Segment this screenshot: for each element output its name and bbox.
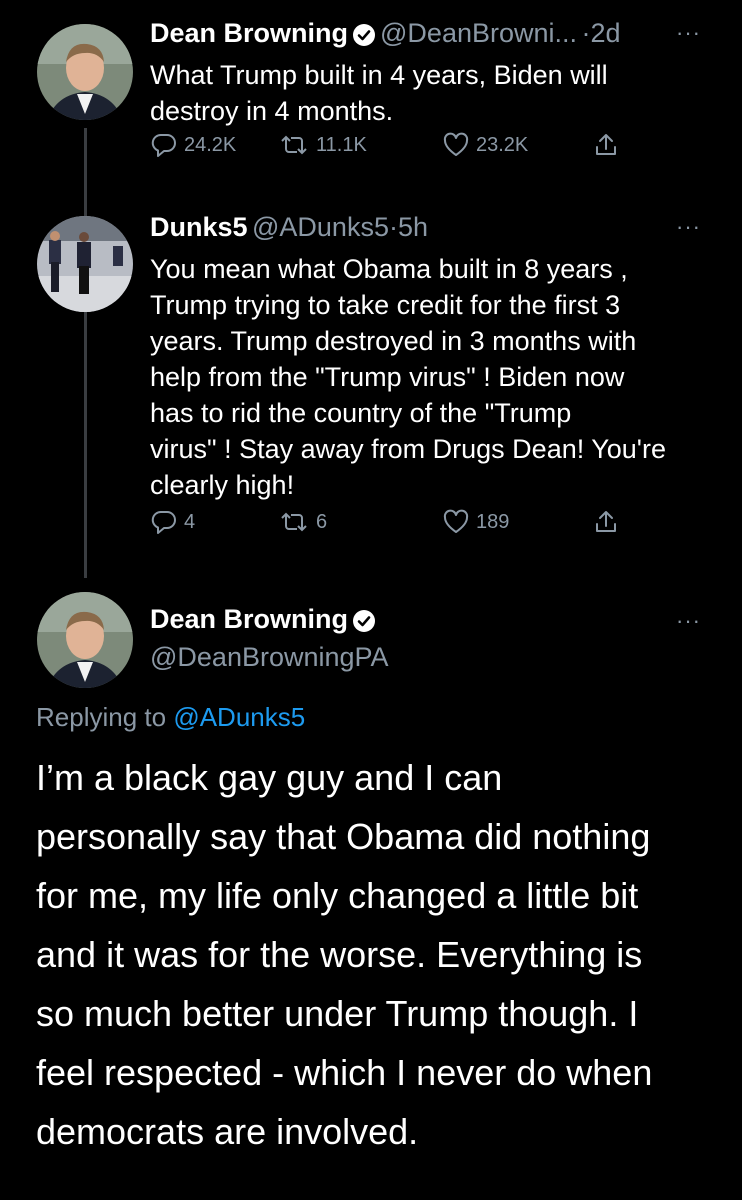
tweet3-text: I’m a black gay guy and I can personally…: [36, 748, 716, 1161]
author-handle[interactable]: @ADunks5: [252, 212, 389, 242]
retweet-count: 6: [316, 510, 328, 533]
like-button[interactable]: 189: [442, 508, 509, 536]
reply-count: 24.2K: [184, 133, 237, 156]
tweet-text-line: personally say that Obama did nothing: [36, 816, 651, 857]
verified-badge-icon: [352, 609, 376, 638]
like-button[interactable]: 23.2K: [442, 131, 528, 159]
tweet-text-line: years. Trump destroyed in 3 months with: [150, 326, 637, 356]
tweet-text-line: for me, my life only changed a little bi…: [36, 875, 639, 916]
tweet-text-line: help from the "Trump virus" ! Biden now: [150, 362, 625, 392]
author-name[interactable]: Dean Browning: [150, 18, 348, 48]
share-icon: [592, 508, 620, 536]
author-handle[interactable]: @DeanBrowningPA: [150, 642, 389, 673]
tweet-text-line: I’m a black gay guy and I can: [36, 757, 503, 798]
reply-icon: [150, 508, 178, 536]
like-count: 189: [476, 510, 510, 533]
tweet-text-line: What Trump built in 4 years, Biden will: [150, 60, 608, 90]
tweet1-text: What Trump built in 4 years, Biden will …: [150, 57, 608, 129]
share-button[interactable]: [592, 131, 620, 159]
verified-badge-icon: [352, 23, 376, 52]
tweet-text-line: clearly high!: [150, 470, 295, 500]
tweet-text-line: feel respected - which I never do when: [36, 1052, 653, 1093]
tweet-text-line: destroy in 4 months.: [150, 96, 394, 126]
replying-to-handle-link[interactable]: @ADunks5: [173, 702, 305, 732]
reply-button[interactable]: 24.2K: [150, 131, 236, 159]
like-count: 23.2K: [476, 133, 529, 156]
more-icon[interactable]: ···: [676, 20, 701, 46]
author-name[interactable]: Dean Browning: [150, 604, 348, 634]
tweet2-header: Dunks5 @ADunks5·5h: [150, 212, 428, 243]
reply-icon: [150, 131, 178, 159]
tweet-time[interactable]: 2d: [590, 18, 620, 48]
tweet2-text: You mean what Obama built in 8 years , T…: [150, 251, 666, 503]
tweet-time[interactable]: 5h: [398, 212, 428, 242]
like-icon: [442, 131, 470, 159]
avatar-dunks5[interactable]: [37, 216, 133, 312]
replying-to: Replying to @ADunks5: [36, 702, 305, 733]
author-handle[interactable]: @DeanBrowni...: [380, 18, 577, 48]
thread-connector: [84, 128, 87, 578]
more-icon[interactable]: ···: [676, 608, 701, 634]
tweet-text-line: has to rid the country of the "Trump: [150, 398, 572, 428]
retweet-icon: [278, 508, 310, 536]
retweet-count: 11.1K: [316, 133, 367, 156]
reply-button[interactable]: 4: [150, 508, 195, 536]
share-button[interactable]: [592, 508, 620, 536]
share-icon: [592, 131, 620, 159]
tweet-text-line: and it was for the worse. Everything is: [36, 934, 643, 975]
replying-to-label: Replying to: [36, 702, 167, 732]
separator-dot: ·: [388, 212, 398, 242]
tweet-text-line: Trump trying to take credit for the firs…: [150, 290, 621, 320]
tweet-text-line: You mean what Obama built in 8 years ,: [150, 254, 628, 284]
tweet3-header: Dean Browning @DeanBrowningPA: [150, 604, 389, 673]
tweet1-header: Dean Browning @DeanBrowni... ·2d: [150, 18, 621, 52]
more-icon[interactable]: ···: [676, 214, 701, 240]
tweet-text-line: virus" ! Stay away from Drugs Dean! You'…: [150, 434, 666, 464]
tweet-text-line: democrats are involved.: [36, 1111, 419, 1152]
author-name[interactable]: Dunks5: [150, 212, 248, 242]
retweet-button[interactable]: 6: [278, 508, 327, 536]
avatar-dean-browning[interactable]: [37, 24, 133, 120]
retweet-icon: [278, 131, 310, 159]
retweet-button[interactable]: 11.1K: [278, 131, 367, 159]
reply-count: 4: [184, 510, 196, 533]
avatar-dean-browning[interactable]: [37, 592, 133, 688]
tweet-text-line: so much better under Trump though. I: [36, 993, 639, 1034]
like-icon: [442, 508, 470, 536]
